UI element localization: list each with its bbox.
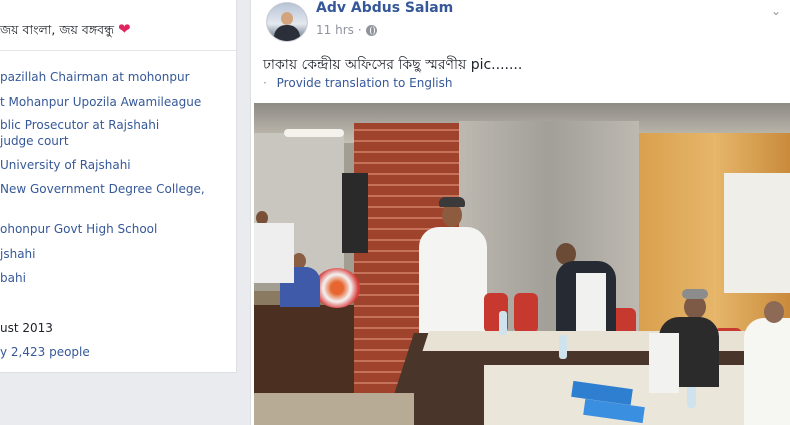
intro-item-edu-college[interactable]: New Government Degree College, (0, 182, 205, 197)
bio-text: জয় বাংলা, জয় বঙ্গবন্ধু (0, 22, 114, 37)
post-time[interactable]: 11 hrs (316, 23, 354, 37)
chevron-down-icon[interactable]: ⌄ (771, 4, 781, 18)
intro-item-work-chairman[interactable]: pazillah Chairman at mohonpur (0, 70, 190, 85)
intro-item-joined: ust 2013 (0, 321, 53, 335)
heart-icon: ❤ (117, 20, 131, 38)
post-card: Adv Abdus Salam 11 hrs · ⌄ ঢাকায় কেন্দ্… (250, 0, 790, 425)
intro-item-work-court[interactable]: judge court (0, 134, 69, 149)
post-author[interactable]: Adv Abdus Salam (316, 0, 453, 16)
intro-item-work-awamileague[interactable]: t Mohanpur Upozila Awamileague (0, 95, 201, 110)
post-meta: 11 hrs · (316, 23, 377, 37)
intro-item-edu-highschool[interactable]: ohonpur Govt High School (0, 222, 157, 237)
intro-item-work-prosecutor[interactable]: blic Prosecutor at Rajshahi (0, 118, 159, 133)
intro-item-lives-in[interactable]: jshahi (0, 247, 35, 262)
intro-divider (0, 50, 236, 51)
intro-card: জয় বাংলা, জয় বঙ্গবন্ধু ❤ pazillah Chai… (0, 0, 237, 373)
avatar[interactable] (266, 2, 308, 42)
intro-item-from[interactable]: bahi (0, 271, 26, 286)
translate-dot: · (263, 76, 267, 90)
translate-link-row: · Provide translation to English (263, 76, 452, 90)
post-text: ঢাকায় কেন্দ্রীয় অফিসের কিছু স্মরণীয় p… (263, 57, 523, 73)
intro-item-edu-university[interactable]: University of Rajshahi (0, 158, 131, 173)
meta-separator: · (357, 23, 362, 37)
translate-link[interactable]: Provide translation to English (277, 76, 453, 90)
intro-item-followers[interactable]: y 2,423 people (0, 345, 90, 360)
intro-bio: জয় বাংলা, জয় বঙ্গবন্ধু ❤ (0, 20, 131, 42)
post-photo[interactable] (254, 103, 790, 425)
globe-icon[interactable] (365, 24, 377, 36)
